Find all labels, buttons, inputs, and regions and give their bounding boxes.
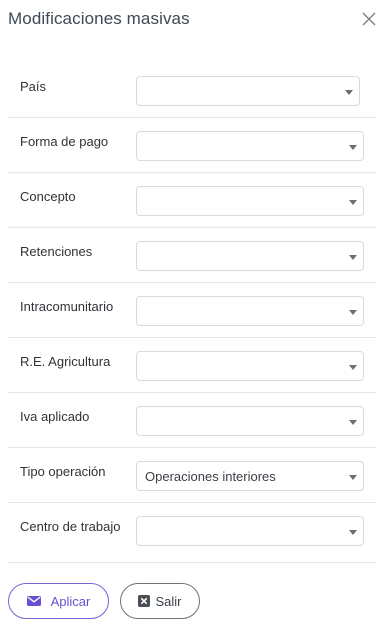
- field-label: Intracomunitario: [20, 299, 114, 314]
- dialog-actions: Aplicar Salir: [8, 583, 378, 619]
- close-box-icon: [138, 595, 151, 607]
- exit-button-label: Salir: [155, 593, 182, 609]
- field-row-pais: País: [8, 63, 376, 118]
- envelope-icon: [26, 595, 41, 607]
- intracomunitario-select[interactable]: [136, 296, 364, 326]
- tipo-operacion-select[interactable]: Operaciones interiores: [136, 461, 364, 491]
- field-label: R.E. Agricultura: [20, 354, 111, 369]
- dialog-header: Modificaciones masivas: [0, 0, 386, 40]
- field-label: Forma de pago: [20, 134, 109, 149]
- forma-de-pago-select[interactable]: [136, 131, 364, 161]
- chevron-down-icon: [349, 310, 357, 315]
- field-row-forma-de-pago: Forma de pago: [8, 118, 376, 173]
- field-row-concepto: Concepto: [8, 173, 376, 228]
- chevron-down-icon: [349, 200, 357, 205]
- field-label: Centro de trabajo: [20, 519, 121, 534]
- field-label: Tipo operación: [20, 464, 106, 479]
- retenciones-select[interactable]: [136, 241, 364, 271]
- field-row-retenciones: Retenciones: [8, 228, 376, 283]
- field-label: Retenciones: [20, 244, 93, 259]
- chevron-down-icon: [349, 365, 357, 370]
- chevron-down-icon: [349, 530, 357, 535]
- field-label: Iva aplicado: [20, 409, 90, 424]
- centro-de-trabajo-select[interactable]: [136, 516, 364, 546]
- iva-aplicado-select[interactable]: [136, 406, 364, 436]
- chevron-down-icon: [349, 255, 357, 260]
- field-label: Concepto: [20, 189, 76, 204]
- chevron-down-icon: [345, 90, 353, 95]
- field-label: País: [20, 79, 47, 94]
- concepto-select[interactable]: [136, 186, 364, 216]
- chevron-down-icon: [349, 145, 357, 150]
- field-row-re-agricultura: R.E. Agricultura: [8, 338, 376, 393]
- re-agricultura-select[interactable]: [136, 351, 364, 381]
- apply-button-label: Aplicar: [50, 593, 91, 609]
- dialog-title: Modificaciones masivas: [8, 9, 190, 28]
- field-row-centro-de-trabajo: Centro de trabajo: [8, 503, 376, 563]
- field-row-intracomunitario: Intracomunitario: [8, 283, 376, 338]
- field-row-iva-aplicado: Iva aplicado: [8, 393, 376, 448]
- bulk-edit-form: País Forma de pago Concepto Retenciones …: [8, 63, 376, 563]
- field-row-tipo-operacion: Tipo operación Operaciones interiores: [8, 448, 376, 503]
- apply-button[interactable]: Aplicar: [8, 583, 109, 619]
- select-value: Operaciones interiores: [145, 469, 276, 484]
- close-icon[interactable]: [361, 11, 377, 27]
- exit-button[interactable]: Salir: [120, 583, 200, 619]
- pais-select[interactable]: [136, 76, 360, 106]
- chevron-down-icon: [349, 420, 357, 425]
- chevron-down-icon: [349, 475, 357, 480]
